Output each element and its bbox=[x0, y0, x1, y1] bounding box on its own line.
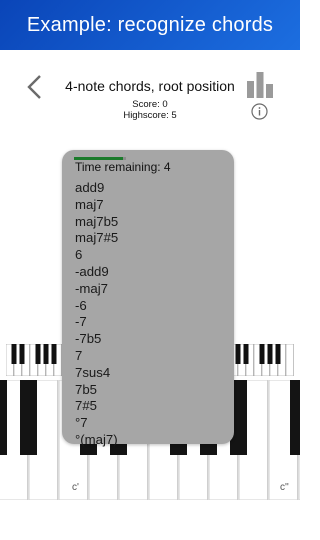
mini-black-key bbox=[43, 344, 49, 364]
chord-option[interactable]: 7#5 bbox=[75, 398, 118, 415]
chord-option[interactable]: 7 bbox=[75, 348, 118, 365]
info-icon[interactable] bbox=[251, 103, 268, 120]
chord-option[interactable]: 6 bbox=[75, 247, 118, 264]
chord-option[interactable]: maj7b5 bbox=[75, 214, 118, 231]
chord-option[interactable]: -6 bbox=[75, 298, 118, 315]
chord-option[interactable]: -add9 bbox=[75, 264, 118, 281]
chord-option[interactable]: 7sus4 bbox=[75, 365, 118, 382]
chord-option[interactable]: °(maj7) bbox=[75, 432, 118, 449]
banner-title: Example: recognize chords bbox=[26, 13, 274, 36]
chord-option[interactable]: -7 bbox=[75, 314, 118, 331]
mini-black-key bbox=[267, 344, 273, 364]
mini-black-key bbox=[275, 344, 281, 364]
chord-option[interactable]: -7b5 bbox=[75, 331, 118, 348]
mini-black-key bbox=[235, 344, 241, 364]
chord-option[interactable]: -maj7 bbox=[75, 281, 118, 298]
banner: Example: recognize chords bbox=[0, 0, 300, 50]
chord-option[interactable]: add9 bbox=[75, 180, 118, 197]
chord-selection-panel: Time remaining: 4 add9 maj7 maj7b5 maj7#5 6-… bbox=[62, 150, 234, 447]
mini-black-key bbox=[259, 344, 265, 364]
time-remaining: Time remaining: 4 bbox=[75, 160, 171, 174]
chord-option[interactable]: maj7#5 bbox=[75, 230, 118, 247]
mini-white-key bbox=[285, 343, 294, 377]
black-key[interactable] bbox=[0, 380, 7, 455]
mini-black-key bbox=[243, 344, 249, 364]
bar-chart-icon[interactable] bbox=[246, 72, 274, 98]
chord-list: add9 maj7 maj7b5 maj7#5 6 -add9 -maj7 -6 -7 -7b5 7… bbox=[75, 180, 118, 449]
key-label-c2: c'' bbox=[280, 482, 289, 493]
black-key[interactable] bbox=[290, 380, 307, 455]
key-label-c1: c' bbox=[72, 482, 79, 493]
chord-option[interactable]: °7 bbox=[75, 415, 118, 432]
chord-option[interactable]: 7b5 bbox=[75, 382, 118, 399]
mini-black-key bbox=[35, 344, 41, 364]
mini-black-key bbox=[11, 344, 17, 364]
chord-option[interactable]: maj7 bbox=[75, 197, 118, 214]
black-key[interactable] bbox=[20, 380, 37, 455]
mini-black-key bbox=[51, 344, 57, 364]
mini-black-key bbox=[19, 344, 25, 364]
